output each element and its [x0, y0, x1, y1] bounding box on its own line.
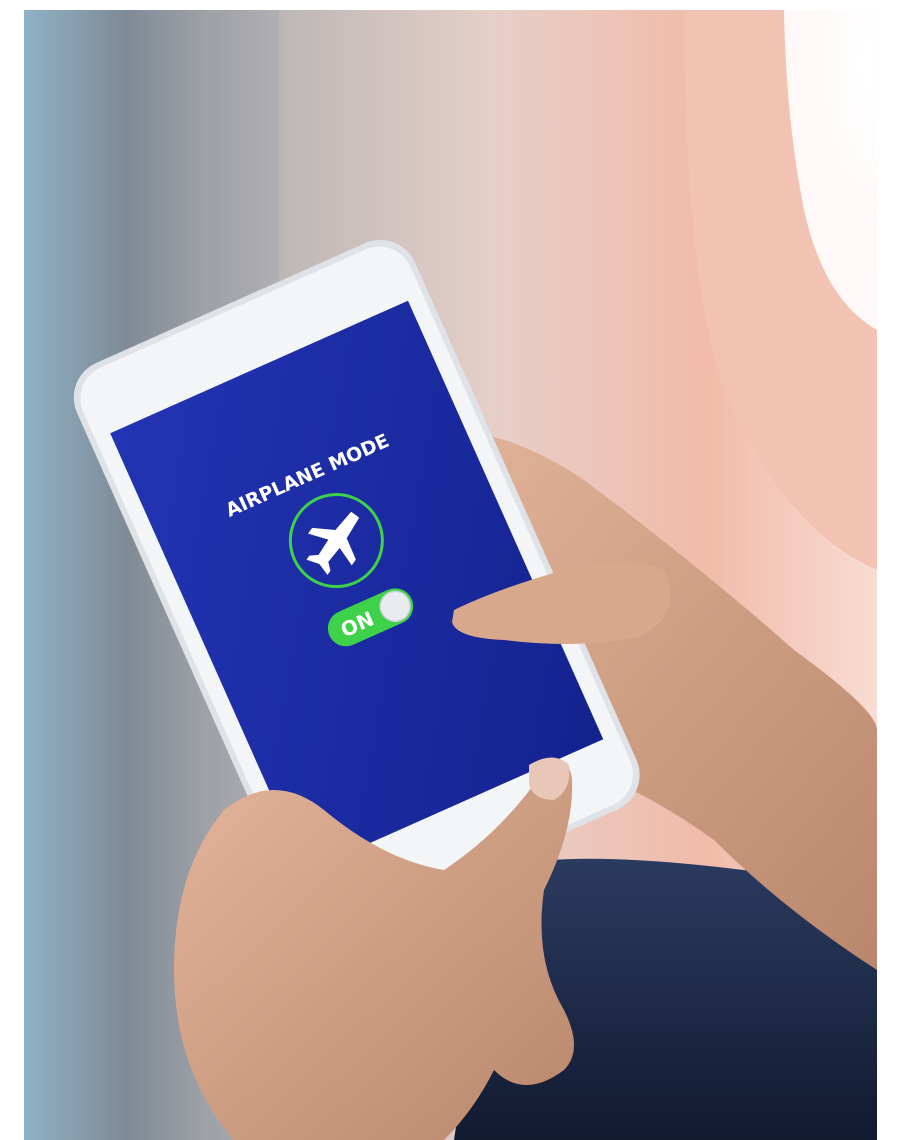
photo: AIRPLANE MODE ON — [24, 10, 877, 1140]
